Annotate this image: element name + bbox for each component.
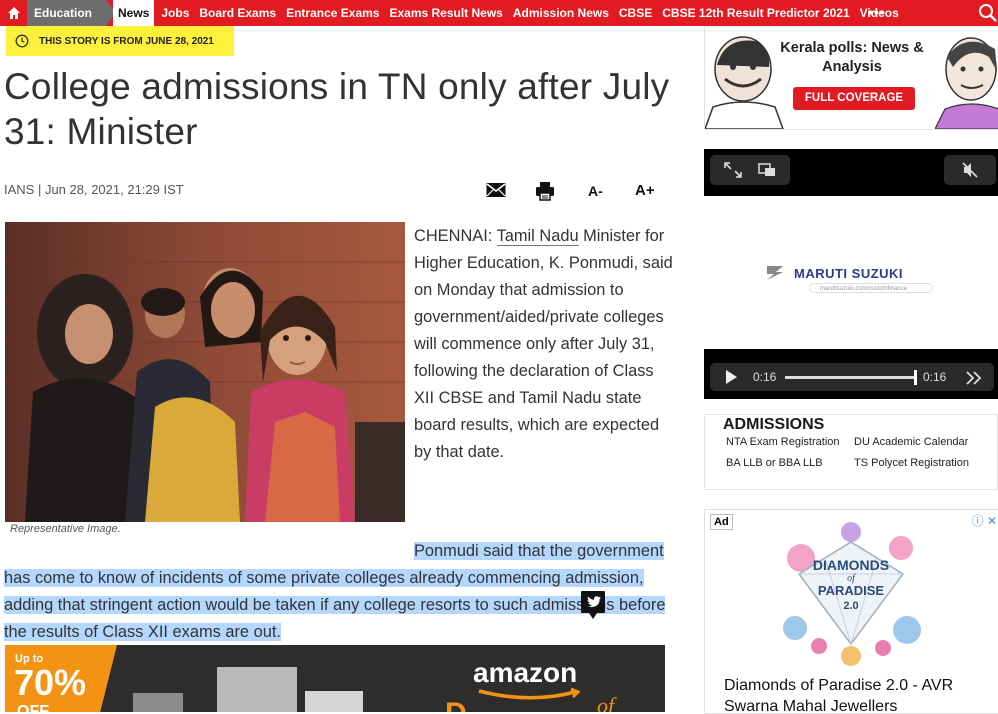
home-icon[interactable]: [4, 3, 24, 23]
tweet-quote-icon[interactable]: [580, 590, 606, 620]
nav-link-cbse[interactable]: CBSE: [614, 0, 657, 26]
amazon-of-text: of: [597, 693, 615, 712]
amazon-smile-icon: [478, 688, 581, 700]
diamonds-ad[interactable]: Ad ⓘ ✕ DIAMONDS of PARADISE 2.0 Diamonds…: [704, 509, 998, 714]
notice-text: THIS STORY IS FROM JUNE 28, 2021: [39, 35, 214, 47]
cartoon-portrait-right: [935, 37, 998, 129]
tamil-nadu-link[interactable]: Tamil Nadu: [496, 227, 579, 246]
email-icon[interactable]: [486, 182, 506, 204]
amazon-deal-text: D: [445, 697, 467, 712]
expand-icon[interactable]: [724, 162, 742, 178]
article-paragraph-1: CHENNAI: Tamil Nadu Minister for Higher …: [414, 223, 674, 466]
ad-title[interactable]: Diamonds of Paradise 2.0 - AVR: [724, 675, 953, 696]
admissions-title: ADMISSIONS: [723, 416, 825, 433]
section-crumb[interactable]: Education: [27, 0, 117, 26]
nav-link-entrance-exams[interactable]: Entrance Exams: [281, 0, 384, 26]
admissions-link-du[interactable]: DU Academic Calendar: [854, 436, 968, 448]
clock-icon: [15, 34, 29, 48]
paragraph-2-text: Ponmudi said that the government has com…: [4, 542, 666, 641]
article-title: College admissions in TN only after July…: [4, 66, 670, 152]
admissions-link-nta[interactable]: NTA Exam Registration: [726, 436, 840, 448]
time-total: 0:16: [923, 370, 947, 384]
kerala-polls-card[interactable]: Kerala polls: News & Analysis FULL COVER…: [704, 26, 998, 130]
nav-link-board-exams[interactable]: Board Exams: [194, 0, 281, 26]
admissions-widget: ADMISSIONS NTA Exam Registration DU Acad…: [704, 414, 998, 490]
article-paragraph-2: Ponmudi said that the government has com…: [4, 538, 672, 646]
nav-link-admission-news[interactable]: Admission News: [508, 0, 614, 26]
video-brand: MARUTI SUZUKI: [794, 266, 904, 281]
article-tools: A- A+: [484, 180, 674, 204]
progress-handle[interactable]: [914, 370, 917, 385]
appliance-images: [133, 693, 183, 712]
nav-link-result-predictor[interactable]: CBSE 12th Result Predictor 2021: [657, 0, 854, 26]
nav-link-jobs[interactable]: Jobs: [156, 0, 194, 26]
video-player[interactable]: MARUTI SUZUKI marutisuzuki.com/customfin…: [704, 149, 998, 399]
search-icon[interactable]: [978, 3, 998, 28]
print-icon[interactable]: [535, 181, 555, 207]
byline: IANS | Jun 28, 2021, 21:29 IST: [4, 182, 184, 197]
story-date-notice: THIS STORY IS FROM JUNE 28, 2021: [6, 26, 234, 56]
pip-icon[interactable]: [758, 163, 776, 177]
admissions-link-polycet[interactable]: TS Polycet Registration: [854, 457, 969, 469]
dateline: CHENNAI:: [414, 227, 497, 245]
suzuki-logo-icon: [767, 266, 783, 280]
next-icon[interactable]: [966, 371, 982, 385]
kerala-polls-title: Kerala polls: News & Analysis: [780, 40, 924, 75]
ad-diamonds-line1: DIAMONDS: [812, 557, 890, 573]
ad-label: Ad: [710, 514, 733, 530]
nav-link-news[interactable]: News: [113, 0, 155, 26]
amazon-off: OFF: [17, 703, 49, 712]
full-coverage-button[interactable]: FULL COVERAGE: [793, 87, 915, 110]
amazon-logo: amazon: [473, 657, 578, 688]
video-url-bar: marutisuzuki.com/customfinance: [809, 283, 933, 293]
amazon-banner-ad[interactable]: Up to 70% OFF amazon D of: [5, 645, 665, 712]
more-menu-icon[interactable]: •••: [868, 0, 886, 24]
ad-diamonds-line3: PARADISE: [817, 583, 885, 598]
appliance-washer: [305, 691, 363, 712]
ad-subtitle: Swarna Mahal Jewellers: [724, 698, 898, 714]
font-increase-button[interactable]: A+: [635, 180, 655, 202]
progress-track[interactable]: [785, 376, 916, 379]
play-icon[interactable]: [724, 369, 738, 385]
appliance-fridge: [217, 667, 297, 712]
nav-links: News Jobs Board Exams Entrance Exams Exa…: [113, 0, 904, 26]
image-caption: Representative Image.: [10, 523, 121, 535]
paragraph-1-text: Minister for Higher Education, K. Ponmud…: [414, 227, 673, 461]
mute-icon[interactable]: [962, 162, 978, 178]
article-image: [5, 222, 405, 522]
amazon-pct: 70%: [14, 662, 87, 703]
time-elapsed: 0:16: [753, 370, 777, 384]
top-nav: Education News Jobs Board Exams Entrance…: [0, 0, 998, 26]
nav-link-exams-result-news[interactable]: Exams Result News: [384, 0, 507, 26]
admissions-link-ballb[interactable]: BA LLB or BBA LLB: [726, 457, 823, 469]
video-top-controls: [710, 155, 790, 185]
progress-fill: [785, 376, 916, 379]
adchoices-icon[interactable]: ⓘ ✕: [972, 512, 997, 529]
cartoon-portrait-left: [705, 36, 784, 129]
ad-diamonds-line4: 2.0: [843, 600, 859, 612]
font-decrease-button[interactable]: A-: [588, 180, 603, 202]
video-screen: MARUTI SUZUKI marutisuzuki.com/customfin…: [704, 196, 998, 349]
